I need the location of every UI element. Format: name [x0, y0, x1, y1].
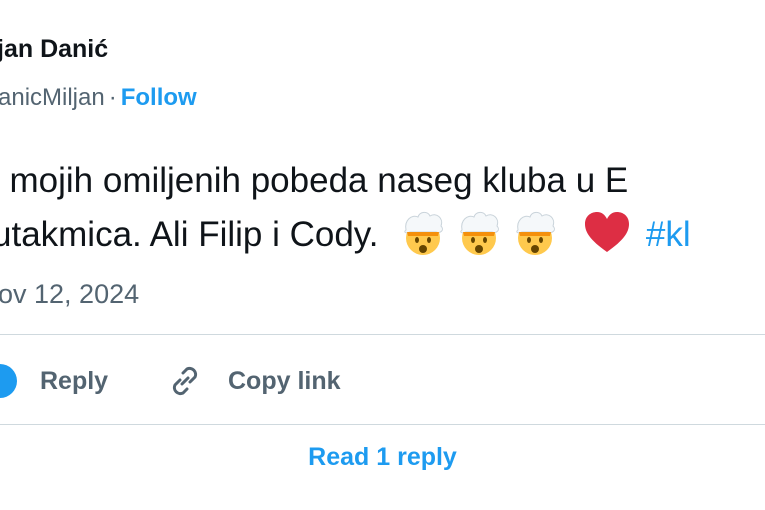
hashtag-link[interactable]: #kl [646, 215, 691, 254]
tweet-card: jan Danić anicMiljan · Follow l mojih omil… [0, 0, 765, 510]
reply-label: Reply [40, 366, 109, 395]
like-button[interactable] [0, 356, 18, 406]
action-bar: Reply Copy link [0, 356, 765, 406]
author-meta: anicMiljan · Follow [0, 80, 197, 116]
red-heart-icon [584, 212, 629, 252]
heart-icon [0, 364, 17, 398]
exploding-head-icon [460, 211, 499, 255]
exploding-head-icon [516, 211, 555, 255]
link-icon [172, 366, 198, 396]
reply-button[interactable]: Reply [40, 356, 108, 406]
author-name[interactable]: jan Danić [0, 32, 108, 66]
divider-bottom [0, 424, 765, 425]
copy-link-label: Copy link [228, 366, 341, 395]
copy-link-button[interactable]: Copy link [166, 356, 341, 406]
exploding-head-icon [404, 211, 443, 255]
tweet-text-line-2-content: utakmica. Ali Filip i Cody. [0, 215, 379, 254]
tweet-text-line-2: utakmica. Ali Filip i Cody. #kl [0, 208, 691, 262]
tweet-text: l mojih omiljenih pobeda naseg kluba u E… [0, 154, 691, 262]
tweet-date[interactable]: ov 12, 2024 [0, 276, 139, 312]
meta-separator: · [108, 84, 117, 111]
follow-button[interactable]: Follow [121, 84, 197, 111]
divider-top [0, 334, 765, 335]
tweet-text-line-1: l mojih omiljenih pobeda naseg kluba u E [0, 161, 629, 200]
author-handle[interactable]: anicMiljan [0, 84, 105, 111]
read-replies-button[interactable]: Read 1 reply [0, 437, 765, 477]
